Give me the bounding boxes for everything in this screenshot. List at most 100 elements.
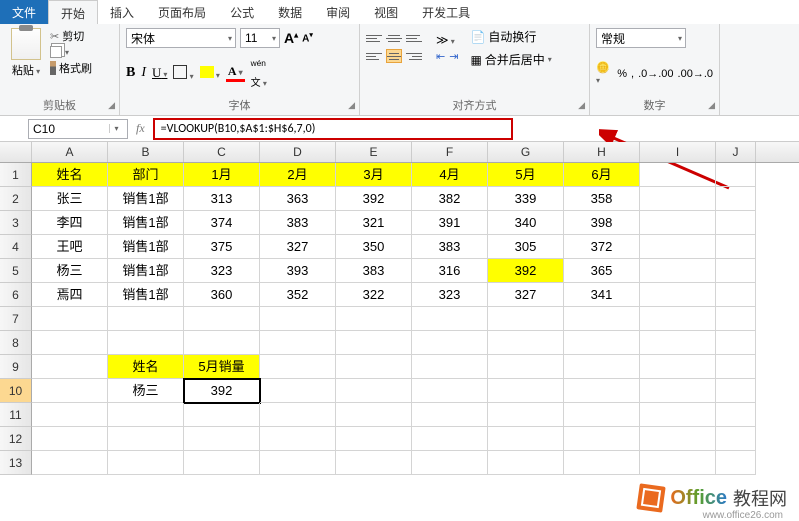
- cell[interactable]: 382: [412, 187, 488, 211]
- align-top-button[interactable]: [366, 31, 382, 45]
- cell[interactable]: [412, 307, 488, 331]
- cell[interactable]: [488, 355, 564, 379]
- row-header-3[interactable]: 3: [0, 211, 32, 235]
- font-color-button[interactable]: A: [226, 64, 245, 82]
- cut-button[interactable]: ✂剪切: [50, 28, 92, 44]
- cell[interactable]: 5月销量: [184, 355, 260, 379]
- cell[interactable]: [564, 427, 640, 451]
- cell[interactable]: 销售1部: [108, 259, 184, 283]
- cell[interactable]: 销售1部: [108, 283, 184, 307]
- cell[interactable]: [716, 235, 756, 259]
- comma-button[interactable]: ,: [631, 68, 634, 80]
- cell[interactable]: [32, 331, 108, 355]
- col-header-A[interactable]: A: [32, 142, 108, 162]
- paste-button[interactable]: 粘贴: [6, 28, 46, 78]
- cell[interactable]: [488, 379, 564, 403]
- cell[interactable]: [564, 331, 640, 355]
- orientation-button[interactable]: ≫: [436, 33, 458, 47]
- cell[interactable]: [108, 331, 184, 355]
- italic-button[interactable]: I: [141, 65, 146, 81]
- row-header-13[interactable]: 13: [0, 451, 32, 475]
- cell[interactable]: 392: [488, 259, 564, 283]
- col-header-J[interactable]: J: [716, 142, 756, 162]
- cell[interactable]: [412, 427, 488, 451]
- bold-button[interactable]: B: [126, 65, 135, 81]
- cell[interactable]: [336, 379, 412, 403]
- cell[interactable]: [564, 355, 640, 379]
- row-header-5[interactable]: 5: [0, 259, 32, 283]
- clipboard-launcher-icon[interactable]: ◢: [108, 100, 115, 111]
- cell[interactable]: 销售1部: [108, 235, 184, 259]
- cell[interactable]: [716, 163, 756, 187]
- col-header-D[interactable]: D: [260, 142, 336, 162]
- cell[interactable]: 313: [184, 187, 260, 211]
- fill-color-button[interactable]: [200, 66, 220, 81]
- cell[interactable]: [716, 427, 756, 451]
- cell[interactable]: 352: [260, 283, 336, 307]
- select-all-corner[interactable]: [0, 142, 32, 162]
- cell[interactable]: [564, 379, 640, 403]
- format-painter-button[interactable]: 格式刷: [50, 60, 92, 76]
- cell[interactable]: [108, 403, 184, 427]
- cell[interactable]: [108, 451, 184, 475]
- cell[interactable]: [564, 403, 640, 427]
- cell[interactable]: [716, 355, 756, 379]
- number-format-select[interactable]: 常规: [596, 28, 686, 48]
- cell[interactable]: 392: [184, 379, 260, 403]
- align-center-button[interactable]: [386, 49, 402, 63]
- tab-data[interactable]: 数据: [266, 0, 314, 24]
- cell[interactable]: [32, 379, 108, 403]
- cell[interactable]: [640, 187, 716, 211]
- cell[interactable]: [184, 307, 260, 331]
- cell[interactable]: [260, 403, 336, 427]
- cell[interactable]: [640, 427, 716, 451]
- shrink-font-button[interactable]: A▾: [302, 31, 313, 44]
- cell[interactable]: [488, 403, 564, 427]
- cell[interactable]: 358: [564, 187, 640, 211]
- cell[interactable]: 李四: [32, 211, 108, 235]
- cell[interactable]: [184, 451, 260, 475]
- cell[interactable]: 375: [184, 235, 260, 259]
- cell[interactable]: [564, 307, 640, 331]
- cell[interactable]: 383: [260, 211, 336, 235]
- cell[interactable]: 391: [412, 211, 488, 235]
- increase-decimal-button[interactable]: .0→.00: [638, 68, 673, 80]
- cell[interactable]: 363: [260, 187, 336, 211]
- name-box[interactable]: C10 ▾: [28, 119, 128, 139]
- tab-review[interactable]: 审阅: [314, 0, 362, 24]
- row-header-7[interactable]: 7: [0, 307, 32, 331]
- cell[interactable]: [716, 379, 756, 403]
- cell[interactable]: 6月: [564, 163, 640, 187]
- cell[interactable]: [32, 451, 108, 475]
- cell[interactable]: [32, 427, 108, 451]
- cell[interactable]: [716, 211, 756, 235]
- cell[interactable]: [32, 403, 108, 427]
- cell[interactable]: [640, 163, 716, 187]
- decrease-decimal-button[interactable]: .00→.0: [678, 68, 713, 80]
- cell[interactable]: 姓名: [108, 355, 184, 379]
- tab-pagelayout[interactable]: 页面布局: [146, 0, 218, 24]
- wrap-text-button[interactable]: 📄自动换行: [470, 28, 551, 45]
- tab-home[interactable]: 开始: [48, 0, 98, 24]
- cell[interactable]: [640, 451, 716, 475]
- fx-icon[interactable]: fx: [136, 121, 145, 136]
- cell[interactable]: [108, 427, 184, 451]
- alignment-launcher-icon[interactable]: ◢: [578, 100, 585, 111]
- cell[interactable]: [640, 403, 716, 427]
- cell[interactable]: 341: [564, 283, 640, 307]
- cell[interactable]: [412, 355, 488, 379]
- row-header-2[interactable]: 2: [0, 187, 32, 211]
- cell[interactable]: 340: [488, 211, 564, 235]
- cell[interactable]: 杨三: [32, 259, 108, 283]
- name-box-dropdown-icon[interactable]: ▾: [109, 124, 123, 133]
- cell[interactable]: [640, 379, 716, 403]
- cell[interactable]: [336, 427, 412, 451]
- cell[interactable]: 2月: [260, 163, 336, 187]
- align-middle-button[interactable]: [386, 31, 402, 45]
- cell[interactable]: 323: [184, 259, 260, 283]
- cell[interactable]: [260, 379, 336, 403]
- cell[interactable]: 销售1部: [108, 187, 184, 211]
- number-launcher-icon[interactable]: ◢: [708, 100, 715, 111]
- cell[interactable]: 3月: [336, 163, 412, 187]
- tab-developer[interactable]: 开发工具: [410, 0, 482, 24]
